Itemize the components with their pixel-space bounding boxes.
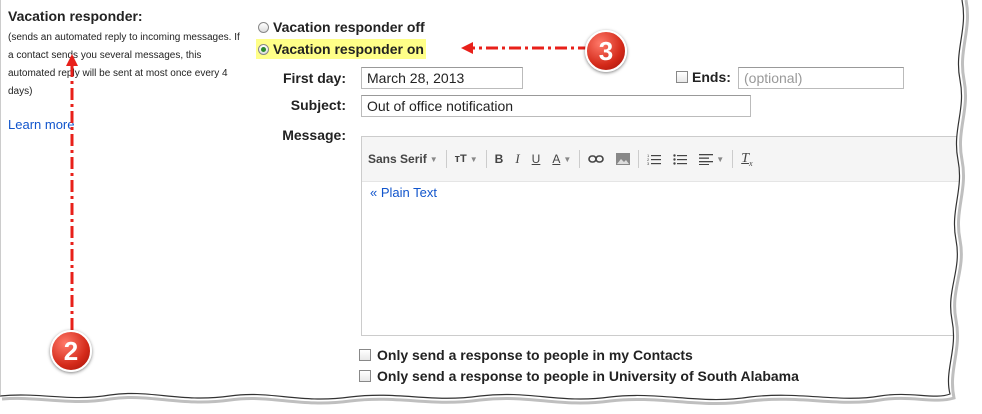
annotation-arrows	[66, 42, 590, 330]
annotation-badge-3: 3	[585, 30, 627, 72]
annotation-badge-2: 2	[50, 330, 92, 372]
